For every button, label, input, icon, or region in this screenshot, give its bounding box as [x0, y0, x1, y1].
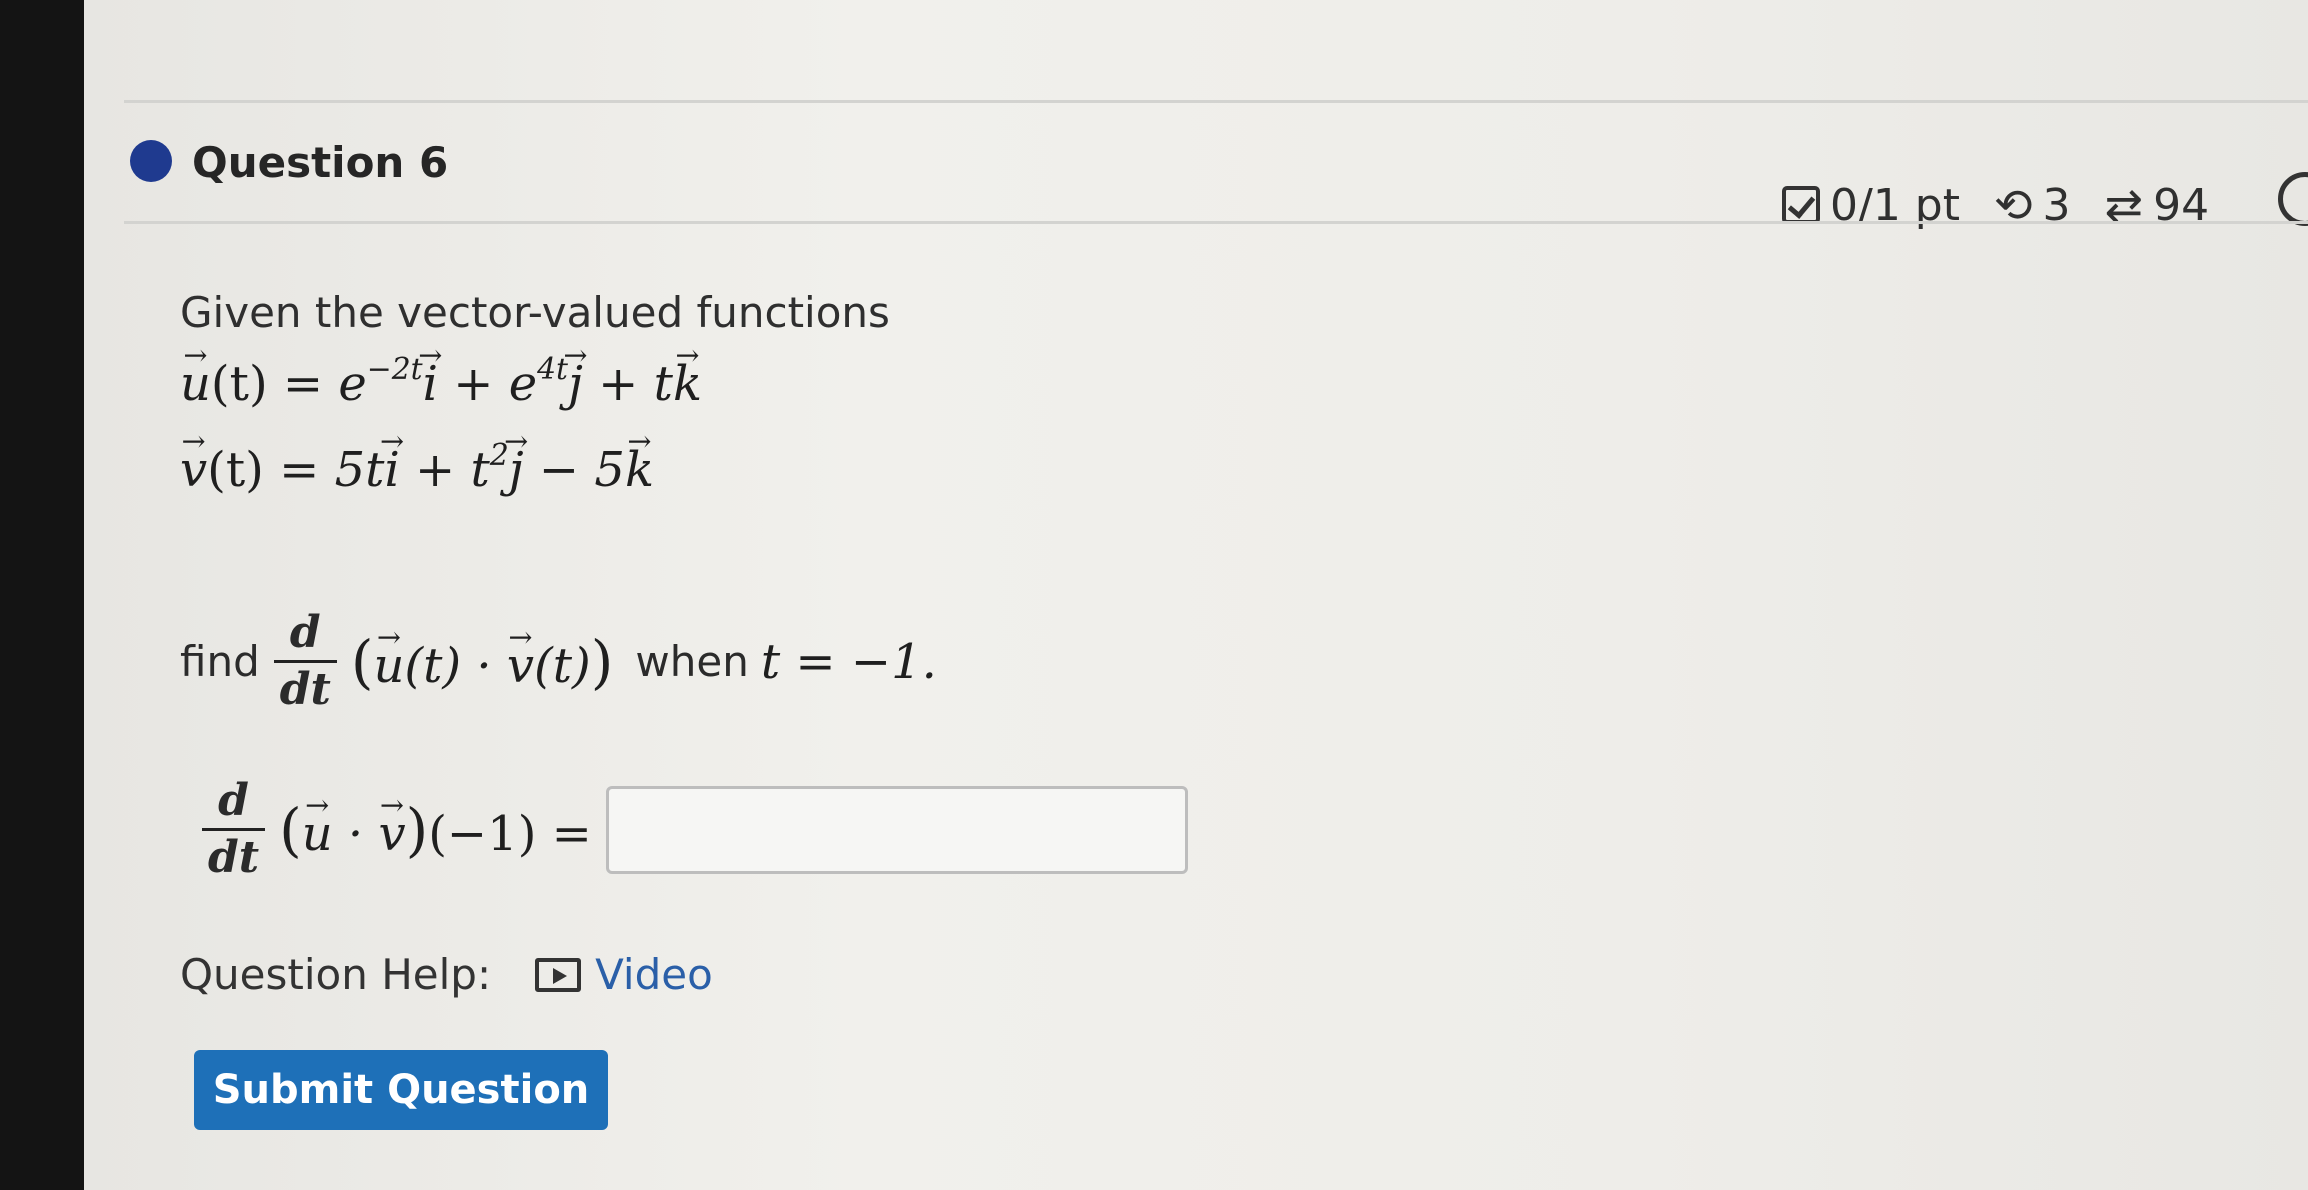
play-video-icon[interactable]: [535, 957, 582, 992]
header-divider: [124, 221, 2308, 224]
when-label: when: [635, 637, 749, 687]
top-divider: [124, 100, 2308, 103]
find-label: find: [180, 637, 260, 687]
question-status-dot: [130, 140, 172, 182]
question-prompt: Given the vector-valued functions: [180, 288, 890, 337]
answer-input[interactable]: [605, 785, 1188, 874]
find-expression: find d dt (u(t) · v(t)) when t = −1.: [180, 609, 937, 713]
v-vector: v: [180, 442, 207, 498]
help-label: Question Help:: [180, 950, 492, 999]
checkbox-icon: [1782, 186, 1820, 224]
answer-row: d dt (u · v)(−1) =: [188, 777, 1188, 881]
answer-derivative-fraction: d dt: [202, 777, 266, 881]
video-link[interactable]: Video: [595, 950, 713, 999]
equation-v: v(t) = 5ti + t2j − 5k: [180, 438, 654, 498]
monitor-bezel: [0, 0, 84, 1190]
submit-question-button[interactable]: Submit Question: [194, 1050, 608, 1130]
equation-u: u(t) = e−2ti + e4tj + tk: [180, 352, 702, 412]
derivative-fraction: d dt: [273, 609, 337, 713]
question-help: Question Help: Video: [180, 950, 713, 999]
u-vector: u: [180, 356, 211, 412]
condition: t = −1.: [760, 633, 937, 690]
question-title: Question 6: [192, 138, 449, 187]
